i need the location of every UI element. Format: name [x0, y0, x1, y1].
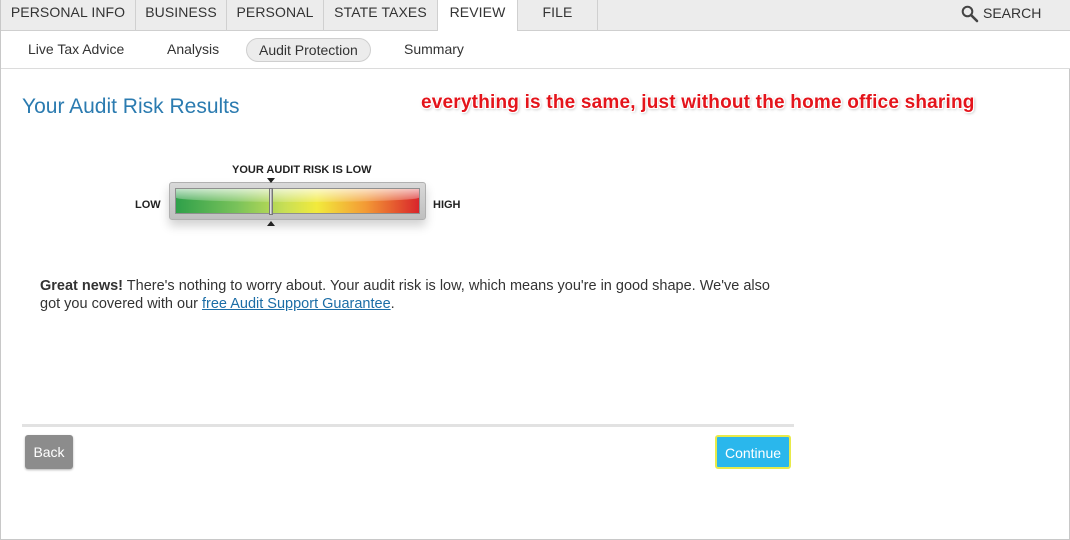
tab-business[interactable]: BUSINESS [136, 0, 227, 31]
subnav-audit-protection[interactable]: Audit Protection [246, 38, 371, 62]
back-button[interactable]: Back [25, 435, 73, 469]
tab-review[interactable]: REVIEW [438, 0, 518, 32]
subnav-analysis[interactable]: Analysis [167, 38, 219, 62]
footer-divider [22, 424, 794, 427]
subnav-summary[interactable]: Summary [404, 38, 464, 62]
result-message: Great news! There's nothing to worry abo… [40, 277, 780, 313]
meter-top-pointer-icon [266, 178, 275, 183]
meter-gloss [176, 189, 419, 203]
tab-personal-info[interactable]: PERSONAL INFO [1, 0, 136, 31]
meter-low-label: LOW [135, 199, 161, 211]
search-label: SEARCH [983, 5, 1042, 21]
sub-navigation: Live Tax Advice Analysis Audit Protectio… [1, 31, 1070, 69]
meter-caption: YOUR AUDIT RISK IS LOW [232, 164, 372, 176]
magnifier-icon [961, 5, 979, 23]
meter-high-label: HIGH [433, 199, 461, 211]
audit-support-guarantee-link[interactable]: free Audit Support Guarantee [202, 296, 391, 312]
search-button[interactable]: SEARCH [951, 0, 1061, 31]
message-tail: . [390, 296, 395, 312]
audit-risk-meter [169, 182, 426, 220]
risk-gradient-bar [175, 188, 420, 214]
tab-personal[interactable]: PERSONAL [227, 0, 324, 31]
subnav-live-tax-advice[interactable]: Live Tax Advice [28, 38, 124, 62]
tab-file[interactable]: FILE [518, 0, 598, 31]
message-lead: Great news! [40, 278, 123, 294]
message-body: There's nothing to worry about. Your aud… [40, 278, 770, 312]
tab-state-taxes[interactable]: STATE TAXES [324, 0, 438, 31]
top-tab-bar: PERSONAL INFO BUSINESS PERSONAL STATE TA… [1, 0, 1070, 32]
annotation-text: everything is the same, just without the… [421, 92, 975, 113]
meter-needle [268, 188, 273, 215]
app-frame: PERSONAL INFO BUSINESS PERSONAL STATE TA… [0, 0, 1070, 540]
continue-button[interactable]: Continue [715, 435, 791, 469]
page-title: Your Audit Risk Results [22, 95, 240, 118]
meter-bottom-pointer-icon [266, 221, 275, 226]
